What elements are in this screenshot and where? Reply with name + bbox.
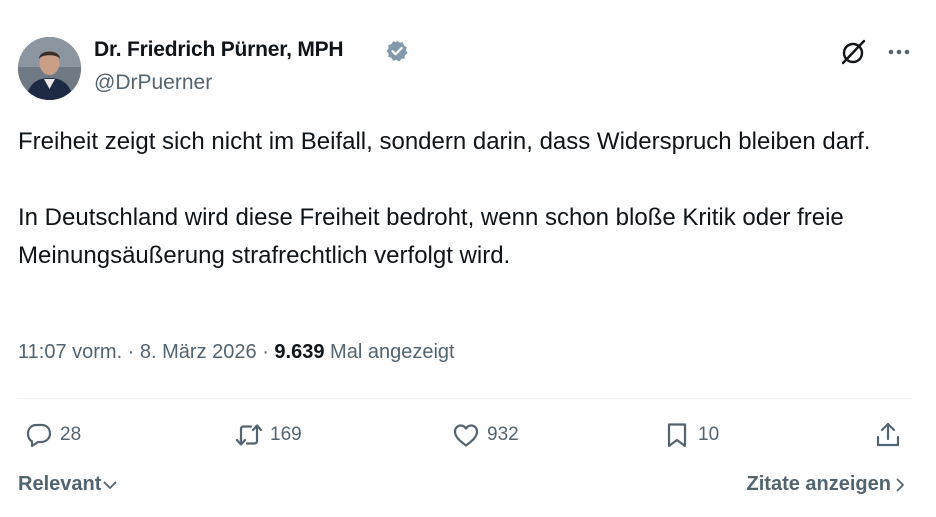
sort-label: Relevant	[18, 473, 102, 495]
bookmark-count: 10	[698, 424, 720, 445]
chevron-down-icon	[103, 481, 117, 489]
heart-icon	[453, 424, 479, 447]
like-count: 932	[487, 424, 519, 445]
views-count: 9.639	[274, 341, 325, 363]
like-button[interactable]: 932	[451, 418, 519, 452]
more-icon[interactable]	[885, 38, 913, 66]
divider	[18, 398, 912, 399]
repost-count: 169	[270, 424, 302, 445]
tweet-meta: 11:07 vorm. · 8. März 2026 · 9.639 Mal a…	[18, 341, 455, 364]
chevron-right-icon	[896, 478, 904, 491]
avatar[interactable]	[18, 37, 81, 100]
tweet-date[interactable]: 8. März 2026	[140, 341, 257, 363]
sort-replies-dropdown[interactable]: Relevant	[18, 473, 119, 496]
author-name[interactable]: Dr. Friedrich Pürner, MPH	[94, 38, 344, 62]
author-handle[interactable]: @DrPuerner	[94, 71, 212, 95]
reply-count: 28	[60, 424, 82, 445]
repost-icon	[235, 424, 263, 446]
quotes-label: Zitate anzeigen	[746, 473, 891, 495]
views-label: Mal angezeigt	[324, 341, 455, 363]
grok-icon[interactable]	[840, 38, 868, 66]
share-icon	[876, 422, 900, 447]
tweet-paragraph: In Deutschland wird diese Freiheit bedro…	[18, 204, 844, 269]
tweet-text: Freiheit zeigt sich nicht im Beifall, so…	[18, 123, 923, 275]
bookmark-button[interactable]: 10	[662, 418, 719, 452]
repost-button[interactable]: 169	[234, 418, 302, 452]
meta-separator: ·	[122, 341, 140, 363]
tweet-paragraph: Freiheit zeigt sich nicht im Beifall, so…	[18, 128, 871, 155]
verified-badge-icon	[385, 39, 409, 63]
reply-icon	[26, 423, 52, 448]
bookmark-icon	[667, 423, 687, 448]
meta-separator: ·	[256, 341, 275, 363]
tweet-time[interactable]: 11:07 vorm.	[18, 341, 122, 363]
view-quotes-link[interactable]: Zitate anzeigen	[747, 473, 909, 496]
reply-button[interactable]: 28	[24, 418, 81, 452]
share-button[interactable]	[873, 418, 903, 452]
